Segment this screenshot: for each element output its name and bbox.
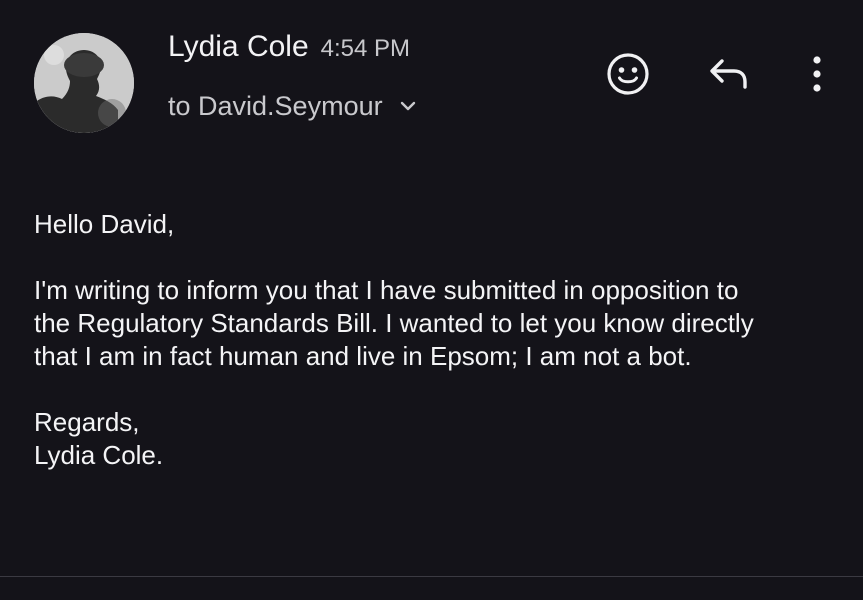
chevron-down-icon <box>399 100 417 112</box>
sender-avatar[interactable] <box>34 33 134 133</box>
signature: Lydia Cole. <box>34 440 164 470</box>
greeting: Hello David, <box>34 209 175 239</box>
more-vertical-icon <box>811 54 823 99</box>
recipient-toggle[interactable]: to David.Seymour <box>168 86 417 126</box>
message-divider <box>0 576 863 577</box>
more-options-button[interactable] <box>793 52 841 100</box>
sender-name[interactable]: Lydia Cole <box>168 30 309 64</box>
reply-button[interactable] <box>705 52 753 100</box>
message-header: Lydia Cole 4:54 PM to David.Seymour <box>0 0 863 150</box>
reply-arrow-icon <box>707 56 751 97</box>
message-time: 4:54 PM <box>320 35 411 62</box>
body-line: I'm writing to inform you that I have su… <box>34 275 739 305</box>
signoff: Regards, <box>34 407 140 437</box>
avatar-photo <box>34 33 134 133</box>
message-body: Hello David, I'm writing to inform you t… <box>34 208 834 472</box>
body-line: that I am in fact human and live in Epso… <box>34 341 692 371</box>
recipient-text: to David.Seymour <box>168 90 383 121</box>
message-paragraph: I'm writing to inform you that I have su… <box>34 274 834 373</box>
emoji-smile-icon <box>605 51 651 102</box>
add-reaction-button[interactable] <box>604 52 652 100</box>
sender-line: Lydia Cole 4:54 PM <box>168 30 410 76</box>
body-line: the Regulatory Standards Bill. I wanted … <box>34 308 754 338</box>
